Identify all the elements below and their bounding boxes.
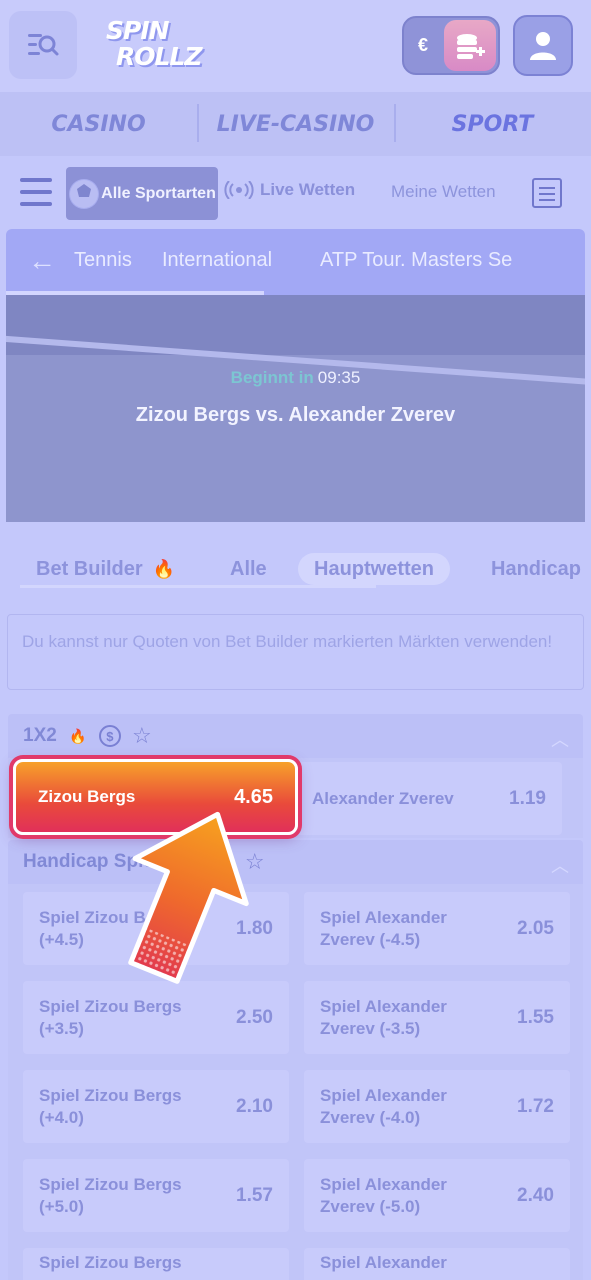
breadcrumb-tournament[interactable]: ATP Tour. Masters Se: [320, 249, 512, 272]
coin-icon: $: [98, 725, 121, 747]
odd-value: 1.19: [509, 787, 546, 809]
odd-label: Spiel Alexander Zverev (-3.5): [320, 996, 447, 1038]
star-icon[interactable]: ☆: [131, 723, 153, 748]
logo-text-rollz: ROLLZ: [116, 42, 202, 71]
odd-label: Zizou Bergs: [38, 787, 136, 806]
odd-value: 4.65: [234, 785, 273, 808]
currency-symbol: €: [418, 35, 429, 55]
chevron-up-icon[interactable]: ︿: [551, 852, 569, 878]
spinrollz-logo[interactable]: SPIN ROLLZ: [104, 14, 204, 76]
tabs-scroll-indicator: [20, 585, 376, 588]
sport-subnav: Alle Sportarten Live Wetten Meine Wetten: [0, 160, 591, 226]
odd-button-handicap-away[interactable]: Spiel Alexander Zverev (-3.5) 1.55: [304, 981, 570, 1054]
odd-button-handicap-home[interactable]: Spiel Zizou Bergs (+4.0) 2.10: [23, 1070, 289, 1143]
coin-icon: $: [211, 851, 234, 873]
odd-button-handicap-home[interactable]: Spiel Zizou Bergs: [23, 1248, 289, 1280]
odd-value: 1.57: [236, 1184, 273, 1206]
market-title-1x2: 1X2: [23, 725, 57, 746]
breadcrumb: ← Tennis International ATP Tour. Masters…: [6, 229, 585, 295]
odd-label: Spiel Alexander Zverev (-5.0): [320, 1174, 447, 1216]
live-bets-label: Live Wetten: [260, 180, 356, 199]
odd-label: Spiel Zizou Bergs (+5.0): [39, 1174, 182, 1216]
starts-in-time: 09:35: [317, 368, 361, 387]
chevron-up-icon[interactable]: ︿: [551, 726, 569, 752]
star-icon[interactable]: ☆: [244, 849, 266, 874]
main-navigation: CASINO LIVE-CASINO SPORT: [0, 92, 591, 156]
odd-button-handicap-away[interactable]: Spiel Alexander Zverev (-4.0) 1.72: [304, 1070, 570, 1143]
all-sports-button[interactable]: Alle Sportarten: [66, 167, 218, 220]
live-signal-icon: [224, 181, 254, 199]
search-menu-button[interactable]: [9, 11, 77, 79]
odd-label: Spiel Zizou Bergs (+4.0): [39, 1085, 182, 1127]
back-arrow-icon[interactable]: ←: [28, 247, 56, 275]
fire-icon: 🔥: [69, 727, 87, 744]
odd-button-handicap-home[interactable]: Spiel Zizou Bergs (+4.5) 1.80: [23, 892, 289, 965]
ball-icon: [69, 178, 99, 209]
odd-button-handicap-away[interactable]: Spiel Alexander Zverev (-4.5) 2.05: [304, 892, 570, 965]
odd-value: 1.55: [517, 1006, 554, 1028]
logo-text-spin: SPIN: [106, 16, 170, 45]
header: [0, 0, 591, 92]
all-sports-label: Alle Sportarten: [101, 184, 216, 202]
breadcrumb-tennis[interactable]: Tennis: [74, 249, 132, 272]
market-body-handicap: Spiel Zizou Bergs (+4.5) 1.80 Spiel Alex…: [8, 884, 583, 1280]
market-tabs: Bet Builder 🔥 Alle Hauptwetten Handicap: [0, 545, 591, 590]
nav-casino[interactable]: CASINO: [0, 92, 197, 156]
odd-value: 1.80: [236, 917, 273, 939]
odd-label: Alexander Zverev: [312, 788, 454, 808]
nav-live-casino[interactable]: LIVE-CASINO: [197, 92, 394, 156]
search-menu-icon: [28, 34, 59, 56]
market-header-1x2[interactable]: 1X2 🔥 $ ☆ ︿: [8, 714, 583, 758]
hamburger-icon[interactable]: [20, 178, 52, 206]
odd-label: Spiel Zizou Bergs: [39, 1253, 182, 1272]
tab-bet-builder-label: Bet Builder: [36, 557, 143, 580]
odd-value: 2.40: [517, 1184, 554, 1206]
odd-value: 2.05: [517, 917, 554, 939]
odd-label: Spiel Alexander Zverev (-4.0): [320, 1085, 447, 1127]
my-bets-link[interactable]: Meine Wetten: [391, 182, 496, 202]
fire-icon: 🔥: [152, 558, 176, 579]
bet-builder-notice: Du kannst nur Quoten von Bet Builder mar…: [7, 614, 584, 690]
odd-label: Spiel Zizou Bergs (+4.5): [39, 907, 182, 949]
betslip-icon[interactable]: [532, 178, 562, 208]
odd-label: Spiel Alexander Zverev (-4.5): [320, 907, 447, 949]
tab-main-bets[interactable]: Hauptwetten: [298, 553, 450, 585]
odd-button-home-highlighted[interactable]: Zizou Bergs 4.65: [13, 759, 298, 835]
coins-plus-icon: [457, 33, 485, 59]
odd-button-handicap-away[interactable]: Spiel Alexander Zverev (-5.0) 2.40: [304, 1159, 570, 1232]
event-start-time: Beginnt in 09:35: [6, 368, 585, 388]
odd-button-handicap-home[interactable]: Spiel Zizou Bergs (+5.0) 1.57: [23, 1159, 289, 1232]
odd-button-away[interactable]: Alexander Zverev 1.19: [296, 762, 562, 835]
wallet[interactable]: €: [402, 16, 500, 75]
tab-bet-builder[interactable]: Bet Builder 🔥: [36, 553, 175, 585]
breadcrumb-international[interactable]: International: [162, 249, 272, 272]
odd-label: Spiel Alexander: [320, 1253, 447, 1272]
profile-button[interactable]: [513, 15, 573, 76]
market-title-handicap: Handicap Spiele: [23, 851, 170, 872]
starts-in-label: Beginnt in: [230, 368, 314, 387]
odd-value: 2.10: [236, 1095, 273, 1117]
user-icon: [530, 31, 556, 60]
odd-button-handicap-away[interactable]: Spiel Alexander: [304, 1248, 570, 1280]
odd-button-handicap-home[interactable]: Spiel Zizou Bergs (+3.5) 2.50: [23, 981, 289, 1054]
deposit-button[interactable]: [444, 20, 496, 71]
odd-value: 1.72: [517, 1095, 554, 1117]
odd-value: 2.50: [236, 1006, 273, 1028]
tab-handicap[interactable]: Handicap: [491, 553, 581, 585]
market-header-handicap[interactable]: Handicap Spiele 🔥 $ ☆ ︿: [8, 840, 583, 884]
fire-icon: 🔥: [182, 853, 200, 870]
event-title: Zizou Bergs vs. Alexander Zverev: [135, 404, 456, 426]
nav-sport[interactable]: SPORT: [394, 92, 591, 156]
live-bets-link[interactable]: Live Wetten: [224, 180, 355, 200]
event-banner: Beginnt in 09:35 Zizou Bergs vs. Alexande…: [6, 295, 585, 522]
odd-label: Spiel Zizou Bergs (+3.5): [39, 996, 182, 1038]
tab-all[interactable]: Alle: [230, 553, 267, 585]
